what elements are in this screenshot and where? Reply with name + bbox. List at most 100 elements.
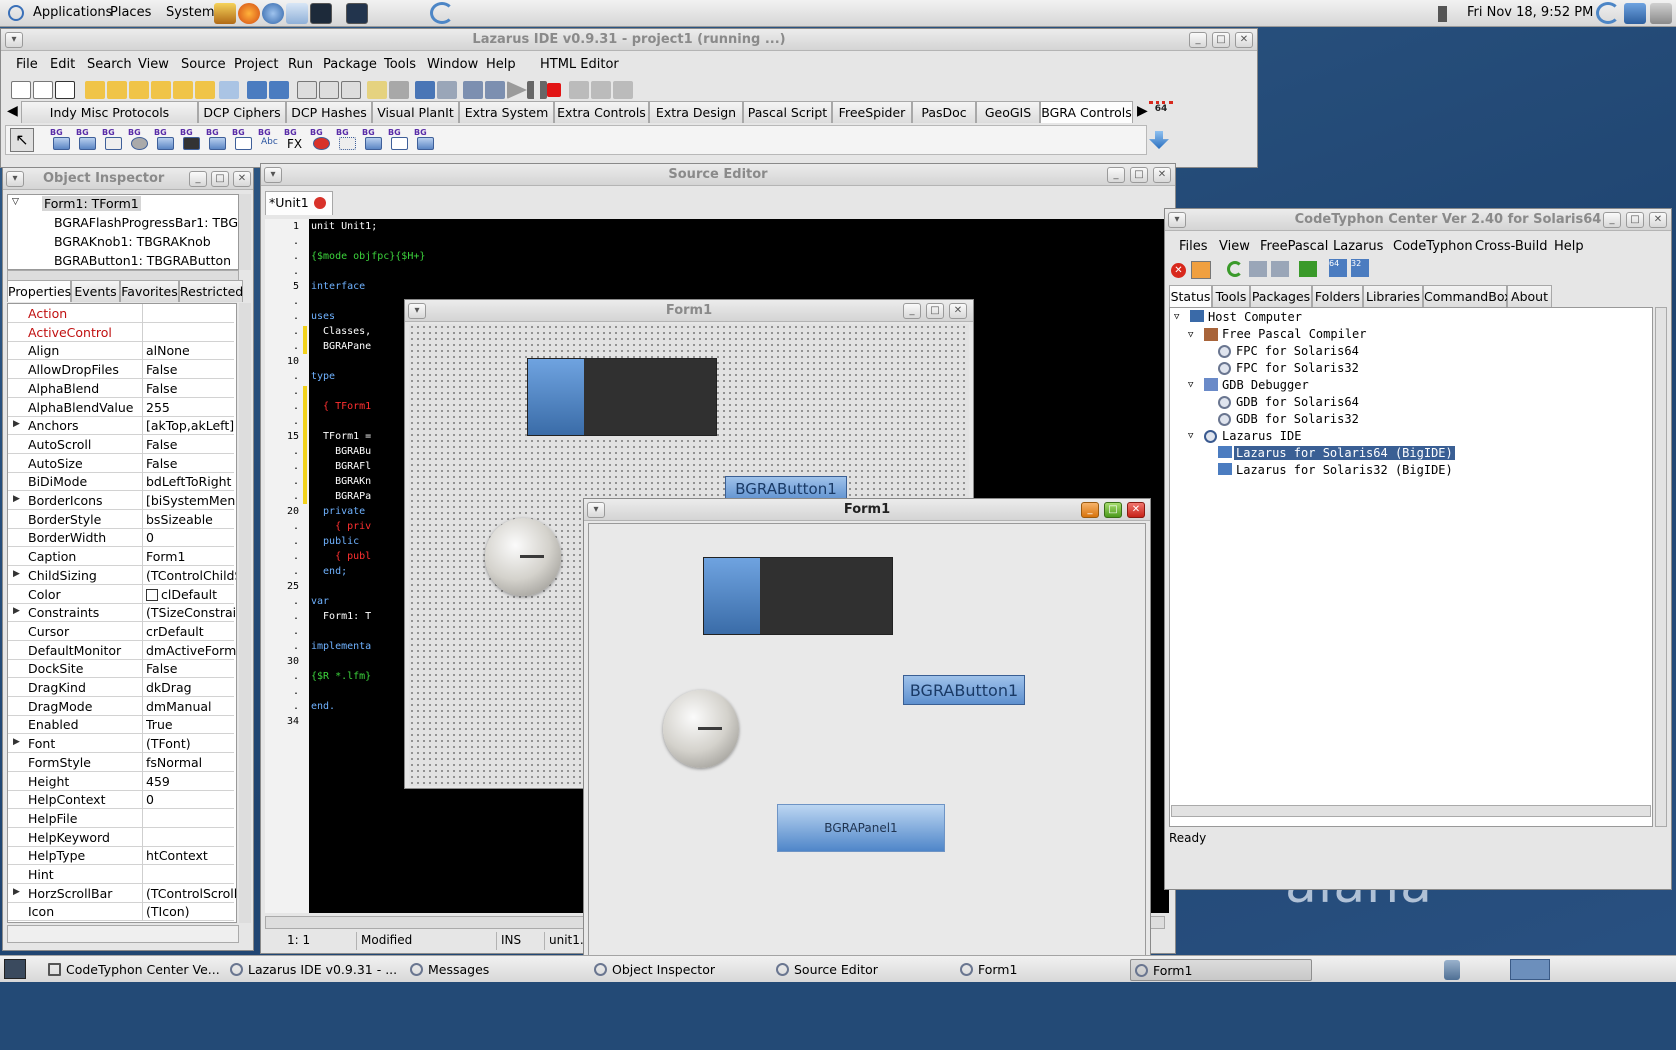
property-row[interactable]: Align alNone (8, 341, 234, 361)
maximize-button[interactable]: □ (1626, 212, 1644, 228)
property-row[interactable]: HelpKeyword (8, 827, 234, 847)
property-value[interactable]: [akTop,akLeft] (146, 418, 236, 433)
tab-properties[interactable]: Properties (7, 280, 71, 302)
refresh-icon[interactable] (286, 3, 308, 24)
view-icon[interactable] (219, 81, 239, 99)
property-row[interactable]: BorderWidth 0 (8, 528, 234, 548)
source-editor-titlebar[interactable]: ▾ Source Editor _ □ ✕ (261, 164, 1175, 186)
property-value[interactable]: dkDrag (146, 680, 236, 695)
menu-file[interactable]: File (16, 57, 38, 72)
property-row[interactable]: BiDiMode bdLeftToRight (8, 472, 234, 492)
property-value[interactable]: (TSizeConstraint (146, 605, 236, 620)
tree-fpc[interactable]: Free Pascal Compiler (1222, 327, 1367, 341)
menu-html-editor[interactable]: HTML Editor (540, 57, 619, 72)
firefox-icon[interactable] (238, 3, 260, 24)
window-menu-icon[interactable]: ▾ (6, 171, 24, 187)
expand-icon[interactable]: ▶ (13, 419, 20, 429)
bgra-virtual-screen-icon[interactable]: BG (232, 128, 254, 152)
property-row[interactable]: Height 459 (8, 771, 234, 791)
ct-tab-about[interactable]: About (1507, 285, 1552, 307)
build-64-icon[interactable]: 64 (1329, 259, 1347, 277)
download-icon[interactable] (1191, 261, 1211, 279)
minimize-button[interactable]: _ (1081, 502, 1099, 518)
property-row[interactable]: ▶ BorderIcons [biSystemMenu, (8, 491, 236, 510)
tree-lazarus-solaris64[interactable]: Lazarus for Solaris64 (BigIDE) (1234, 446, 1455, 460)
open-icon[interactable] (85, 81, 105, 99)
bgra-shape-icon[interactable]: BG (206, 128, 228, 152)
places-menu[interactable]: Places (110, 5, 151, 20)
tab-favorites[interactable]: Favorites (120, 280, 179, 302)
property-row[interactable]: DragKind dkDrag (8, 678, 234, 697)
property-row[interactable]: ▶ HorzScrollBar (TControlScrollB (8, 883, 236, 903)
ct-tab-packages[interactable]: Packages (1250, 285, 1312, 307)
maximize-button[interactable]: □ (1104, 502, 1122, 518)
close-button[interactable]: ✕ (1649, 212, 1667, 228)
menu-search[interactable]: Search (87, 57, 132, 72)
palette-tab-bgra-controls[interactable]: BGRA Controls (1040, 101, 1133, 123)
tree-collapse-icon[interactable]: ▽ (1188, 431, 1193, 441)
palette-tab-extra-controls[interactable]: Extra Controls (554, 101, 649, 123)
network-icon[interactable] (1650, 3, 1672, 24)
property-row[interactable]: Color clDefault (8, 584, 234, 604)
applications-menu[interactable]: Applications (33, 5, 112, 20)
bgra-button-icon[interactable]: BG (50, 128, 72, 152)
property-row[interactable]: DragMode dmManual (8, 696, 236, 716)
paste-icon[interactable] (1271, 261, 1289, 277)
property-row[interactable]: Caption Form1 (8, 547, 234, 567)
reopen-icon[interactable] (195, 81, 215, 99)
property-row[interactable]: DockSite False (8, 659, 236, 679)
task-lazarus-ide[interactable]: Lazarus IDE v0.9.31 - ... (226, 959, 397, 981)
palette-tab-dcp-hashes[interactable]: DCP Hashes (286, 101, 372, 123)
expand-icon[interactable]: ▶ (13, 494, 20, 504)
ct-menu-freepascal[interactable]: FreePascal (1260, 239, 1328, 254)
typhon-tray-icon[interactable] (1596, 2, 1620, 24)
bgra-image-button-icon[interactable]: BG (180, 128, 202, 152)
ct-tab-folders[interactable]: Folders (1312, 285, 1363, 307)
bgra-panel-icon[interactable]: BG (102, 128, 124, 152)
bgra-pen-icon[interactable]: BG (414, 128, 436, 152)
property-value[interactable]: True (146, 717, 236, 732)
property-row[interactable]: FormStyle fsNormal (8, 752, 236, 772)
running-form-titlebar[interactable]: ▾ Form1 _ □ ✕ (584, 499, 1150, 521)
expand-icon[interactable]: ▶ (13, 887, 20, 897)
maximize-button[interactable]: □ (926, 303, 944, 319)
property-value[interactable]: fsNormal (146, 755, 236, 770)
palette-tab-indy-misc[interactable]: Indy Misc Protocols Decoder (21, 101, 198, 141)
property-value[interactable]: dmManual (146, 699, 236, 714)
ct-tab-status[interactable]: Status (1169, 285, 1212, 307)
property-value[interactable]: False (146, 456, 236, 471)
tree-scrollbar[interactable] (239, 194, 251, 270)
thunderbird-icon[interactable] (262, 3, 284, 24)
property-row[interactable]: AutoScroll False (8, 434, 234, 454)
select-pointer-icon[interactable]: ↖ (10, 128, 34, 152)
tree-gdb-solaris32[interactable]: GDB for Solaris32 (1236, 412, 1359, 426)
task-form1-running[interactable]: Form1 (1130, 959, 1312, 981)
tab-events[interactable]: Events (71, 280, 120, 302)
tree-fpc-solaris64[interactable]: FPC for Solaris64 (1236, 344, 1359, 358)
run-icon[interactable] (507, 81, 527, 99)
property-value[interactable]: False (146, 381, 236, 396)
property-row[interactable]: AlphaBlend False (8, 378, 236, 398)
property-value[interactable]: False (146, 661, 236, 676)
new-form-icon[interactable] (33, 81, 53, 99)
task-messages[interactable]: Messages (406, 959, 576, 981)
palette-scroll-right-icon[interactable]: ▶ (1137, 103, 1148, 119)
close-button[interactable]: ✕ (949, 303, 967, 319)
menu-package[interactable]: Package (323, 57, 377, 72)
bgra-fx-icon[interactable]: BG FX (284, 128, 306, 152)
menu-source[interactable]: Source (181, 57, 226, 72)
palette-tab-dcp-ciphers[interactable]: DCP Ciphers (198, 101, 286, 123)
property-grid-scrollbar[interactable] (239, 303, 251, 923)
system-monitor-icon[interactable] (346, 3, 368, 24)
stop-icon[interactable]: ✕ (1171, 263, 1186, 278)
tree-lazarus-solaris32[interactable]: Lazarus for Solaris32 (BigIDE) (1236, 463, 1453, 477)
bgra-image-list-icon[interactable]: BG (336, 128, 358, 152)
task-codetyphon[interactable]: CodeTyphon Center Ve... (44, 959, 220, 981)
trash-icon[interactable] (1444, 960, 1460, 980)
stop-icon[interactable] (547, 83, 561, 97)
bgra-spot-icon[interactable]: BG (310, 128, 332, 152)
designer-form-titlebar[interactable]: ▾ Form1 _ □ ✕ (405, 300, 973, 322)
property-value[interactable]: (TFont) (146, 736, 236, 751)
property-value[interactable]: dmActiveForm (146, 643, 236, 658)
property-row[interactable]: AutoSize False (8, 453, 236, 473)
